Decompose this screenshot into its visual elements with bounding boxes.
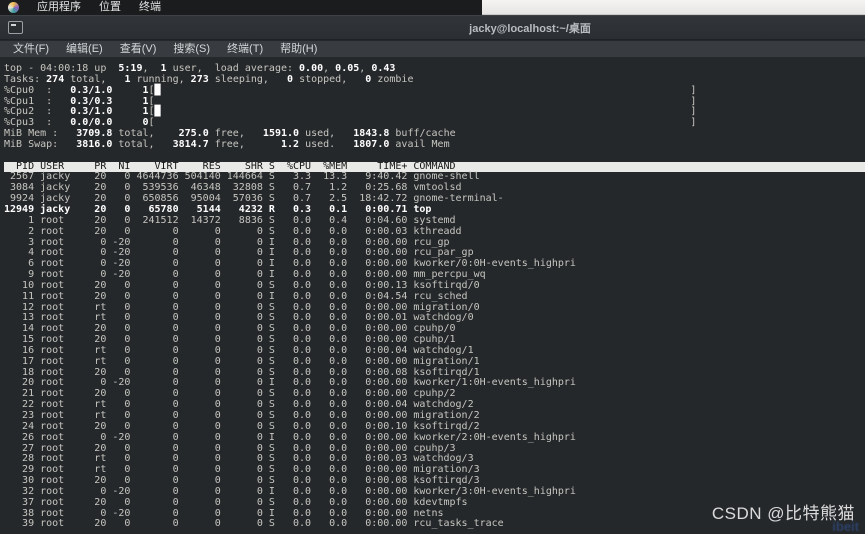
window-title: jacky@localhost:~/桌面 [469, 20, 591, 36]
desktop: 应用程序 位置 终端 jacky@localhost:~/桌面 文件(F) 编辑… [0, 0, 865, 534]
terminal-window-icon[interactable] [8, 21, 23, 34]
panel-menu-places[interactable]: 位置 [99, 0, 121, 15]
menu-item-file[interactable]: 文件(F) [13, 41, 49, 58]
process-row: 11 root 20 0 0 0 0 I 0.0 0.0 0:04.54 rcu… [4, 292, 865, 303]
blank-line [4, 151, 865, 162]
panel-menu-terminal[interactable]: 终端 [139, 0, 161, 15]
process-row: 26 root 0 -20 0 0 0 I 0.0 0.0 0:00.00 kw… [4, 433, 865, 444]
distro-logo-icon[interactable] [8, 2, 19, 13]
window-titlebar[interactable]: jacky@localhost:~/桌面 [0, 15, 865, 40]
watermark: CSDN @比特熊猫 [712, 499, 855, 524]
menu-item-view[interactable]: 查看(V) [120, 41, 157, 58]
panel-menu-applications[interactable]: 应用程序 [37, 0, 81, 15]
menu-item-terminal[interactable]: 终端(T) [227, 41, 263, 58]
terminal-screen[interactable]: top - 04:00:18 up 5:19, 1 user, load ave… [0, 59, 865, 534]
process-row: 17 root rt 0 0 0 0 S 0.0 0.0 0:00.00 mig… [4, 357, 865, 368]
process-row: 2 root 20 0 0 0 0 S 0.0 0.0 0:00.03 kthr… [4, 227, 865, 238]
panel-light-area [482, 0, 865, 15]
menu-item-help[interactable]: 帮助(H) [280, 41, 317, 58]
menu-item-edit[interactable]: 编辑(E) [66, 41, 103, 58]
menu-item-search[interactable]: 搜索(S) [173, 41, 210, 58]
terminal-menubar: 文件(F) 编辑(E) 查看(V) 搜索(S) 终端(T) 帮助(H) [0, 41, 865, 58]
summary-line: MiB Swap: 3816.0 total, 3814.7 free, 1.2… [4, 140, 865, 151]
